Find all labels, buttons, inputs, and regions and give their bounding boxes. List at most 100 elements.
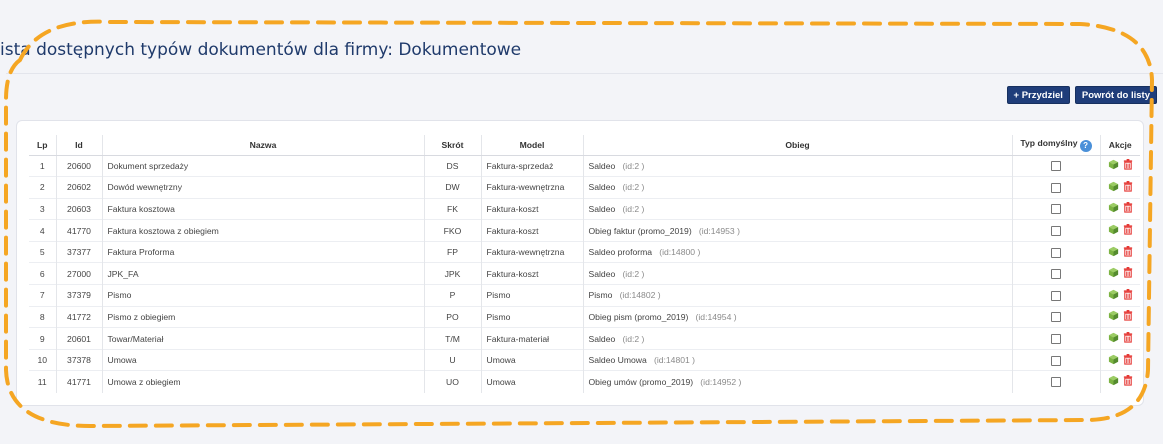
default-type-checkbox[interactable] [1051, 161, 1061, 172]
obieg-id: (id:14800 ) [659, 247, 701, 258]
default-type-checkbox[interactable] [1051, 355, 1061, 366]
cell-id: 37377 [55, 240, 102, 263]
cube-icon[interactable] [1108, 267, 1119, 280]
trash-icon[interactable] [1123, 267, 1133, 280]
cell-nazwa: Faktura kosztowa z obiegiem [101, 219, 424, 242]
cell-typ-domyslny [1011, 197, 1100, 220]
cell-obieg: Saldeo (id:2 ) [582, 262, 1012, 285]
default-type-checkbox[interactable] [1051, 247, 1061, 258]
table-row: 10 37378 Umowa U Umowa Saldeo Umowa (id:14801… [29, 348, 1140, 371]
trash-icon[interactable] [1123, 353, 1133, 367]
trash-icon[interactable] [1123, 375, 1133, 388]
obieg-id: (id:14801 ) [653, 355, 696, 366]
cell-typ-domyslny [1011, 219, 1100, 242]
table-row: 6 27000 JPK_FA JPK Faktura-koszt Saldeo (id:2… [29, 262, 1140, 285]
default-type-checkbox[interactable] [1051, 290, 1061, 301]
cube-icon[interactable] [1108, 354, 1119, 367]
cell-akcje [1099, 176, 1140, 199]
cell-akcje [1099, 197, 1140, 220]
trash-icon[interactable] [1123, 245, 1133, 259]
obieg-name: Obieg faktur (promo_2019) [588, 225, 692, 236]
cell-skrot: JPK [423, 262, 481, 285]
cell-nazwa: Dokument sprzedaży [101, 154, 424, 177]
cell-nazwa: Faktura kosztowa [101, 197, 424, 220]
default-type-checkbox[interactable] [1051, 312, 1061, 323]
cell-obieg: Saldeo Umowa (id:14801 ) [582, 348, 1012, 371]
cell-akcje [1099, 240, 1140, 263]
back-to-list-button[interactable]: Powrót do listy [1074, 86, 1157, 104]
obieg-id: (id:2 ) [622, 268, 645, 279]
trash-icon[interactable] [1123, 159, 1133, 172]
cube-icon[interactable] [1108, 159, 1119, 172]
cell-akcje [1099, 348, 1140, 371]
cube-icon[interactable] [1108, 181, 1119, 194]
cell-lp: 5 [29, 240, 56, 263]
cell-obieg: Pismo (id:14802 ) [582, 284, 1012, 307]
help-icon[interactable]: ? [1079, 139, 1092, 152]
cell-nazwa: Umowa z obiegiem [101, 370, 424, 393]
trash-icon[interactable] [1123, 224, 1133, 237]
default-type-checkbox[interactable] [1051, 269, 1061, 280]
header-skrot: Skrót [423, 135, 481, 156]
cell-model: Pismo [480, 284, 583, 307]
cell-typ-domyslny [1011, 262, 1100, 285]
table-row: 4 41770 Faktura kosztowa z obiegiem FKO Fakt… [29, 219, 1140, 242]
obieg-name: Saldeo Umowa [588, 355, 647, 366]
cell-id: 37378 [55, 348, 102, 371]
cell-lp: 8 [29, 305, 56, 328]
header-nazwa: Nazwa [101, 135, 424, 156]
obieg-id: (id:14802 ) [619, 290, 661, 301]
cell-nazwa: Towar/Materiał [101, 327, 424, 350]
document-types-card: Lp Id Nazwa Skrót Model Obieg Typ domyśl… [16, 120, 1144, 406]
trash-icon[interactable] [1123, 180, 1133, 194]
header-akcje: Akcje [1099, 135, 1140, 156]
cell-obieg: Saldeo (id:2 ) [582, 154, 1012, 177]
obieg-name: Pismo [588, 290, 613, 301]
cube-icon[interactable] [1108, 246, 1119, 259]
cell-akcje [1099, 219, 1140, 242]
table-row: 8 41772 Pismo z obiegiem PO Pismo Obieg pism … [29, 305, 1140, 328]
obieg-name: Saldeo [588, 333, 616, 344]
cell-model: Faktura-wewnętrzna [480, 240, 583, 263]
obieg-id: (id:2 ) [622, 182, 645, 193]
cell-akcje [1099, 305, 1140, 328]
cell-nazwa: Pismo z obiegiem [101, 305, 424, 328]
cube-icon[interactable] [1108, 224, 1119, 237]
cell-lp: 1 [29, 154, 56, 177]
cell-typ-domyslny [1011, 284, 1100, 307]
default-type-checkbox[interactable] [1051, 204, 1061, 215]
default-type-checkbox[interactable] [1051, 225, 1061, 236]
document-types-table: Lp Id Nazwa Skrót Model Obieg Typ domyśl… [29, 135, 1140, 393]
default-type-checkbox[interactable] [1051, 182, 1061, 193]
table-row: 5 37377 Faktura Proforma FP Faktura-wewnętrz… [29, 240, 1140, 263]
trash-icon[interactable] [1123, 202, 1133, 215]
cube-icon[interactable] [1108, 289, 1119, 302]
actions-bar: + Przydziel Powrót do listy [1006, 86, 1157, 104]
trash-icon[interactable] [1123, 332, 1133, 345]
cell-model: Umowa [480, 348, 583, 371]
obieg-id: (id:14954 ) [695, 311, 737, 322]
cell-model: Faktura-koszt [480, 262, 583, 285]
default-type-checkbox[interactable] [1051, 333, 1061, 344]
obieg-id: (id:2 ) [622, 333, 645, 344]
obieg-id: (id:2 ) [622, 160, 645, 171]
cell-typ-domyslny [1011, 305, 1100, 328]
table-row: 9 20601 Towar/Materiał T/M Faktura-materiał S… [29, 327, 1140, 350]
cell-id: 20603 [55, 197, 102, 220]
cube-icon[interactable] [1108, 202, 1119, 215]
default-type-checkbox[interactable] [1051, 377, 1061, 388]
cube-icon[interactable] [1108, 375, 1119, 388]
cube-icon[interactable] [1108, 332, 1119, 345]
obieg-id: (id:2 ) [622, 203, 645, 214]
assign-button[interactable]: + Przydziel [1006, 86, 1070, 104]
cell-typ-domyslny [1011, 327, 1100, 350]
cell-lp: 9 [29, 327, 56, 350]
header-typ-domyslny-label: Typ domyślny [1020, 137, 1078, 148]
trash-icon[interactable] [1123, 310, 1133, 323]
cube-icon[interactable] [1108, 310, 1119, 323]
cell-akcje [1099, 154, 1140, 177]
trash-icon[interactable] [1123, 288, 1133, 302]
table-header-row: Lp Id Nazwa Skrót Model Obieg Typ domyśl… [29, 135, 1140, 156]
table-row: 2 20602 Dowód wewnętrzny DW Faktura-wewnętrz… [29, 176, 1140, 199]
cell-model: Faktura-materiał [480, 327, 583, 350]
